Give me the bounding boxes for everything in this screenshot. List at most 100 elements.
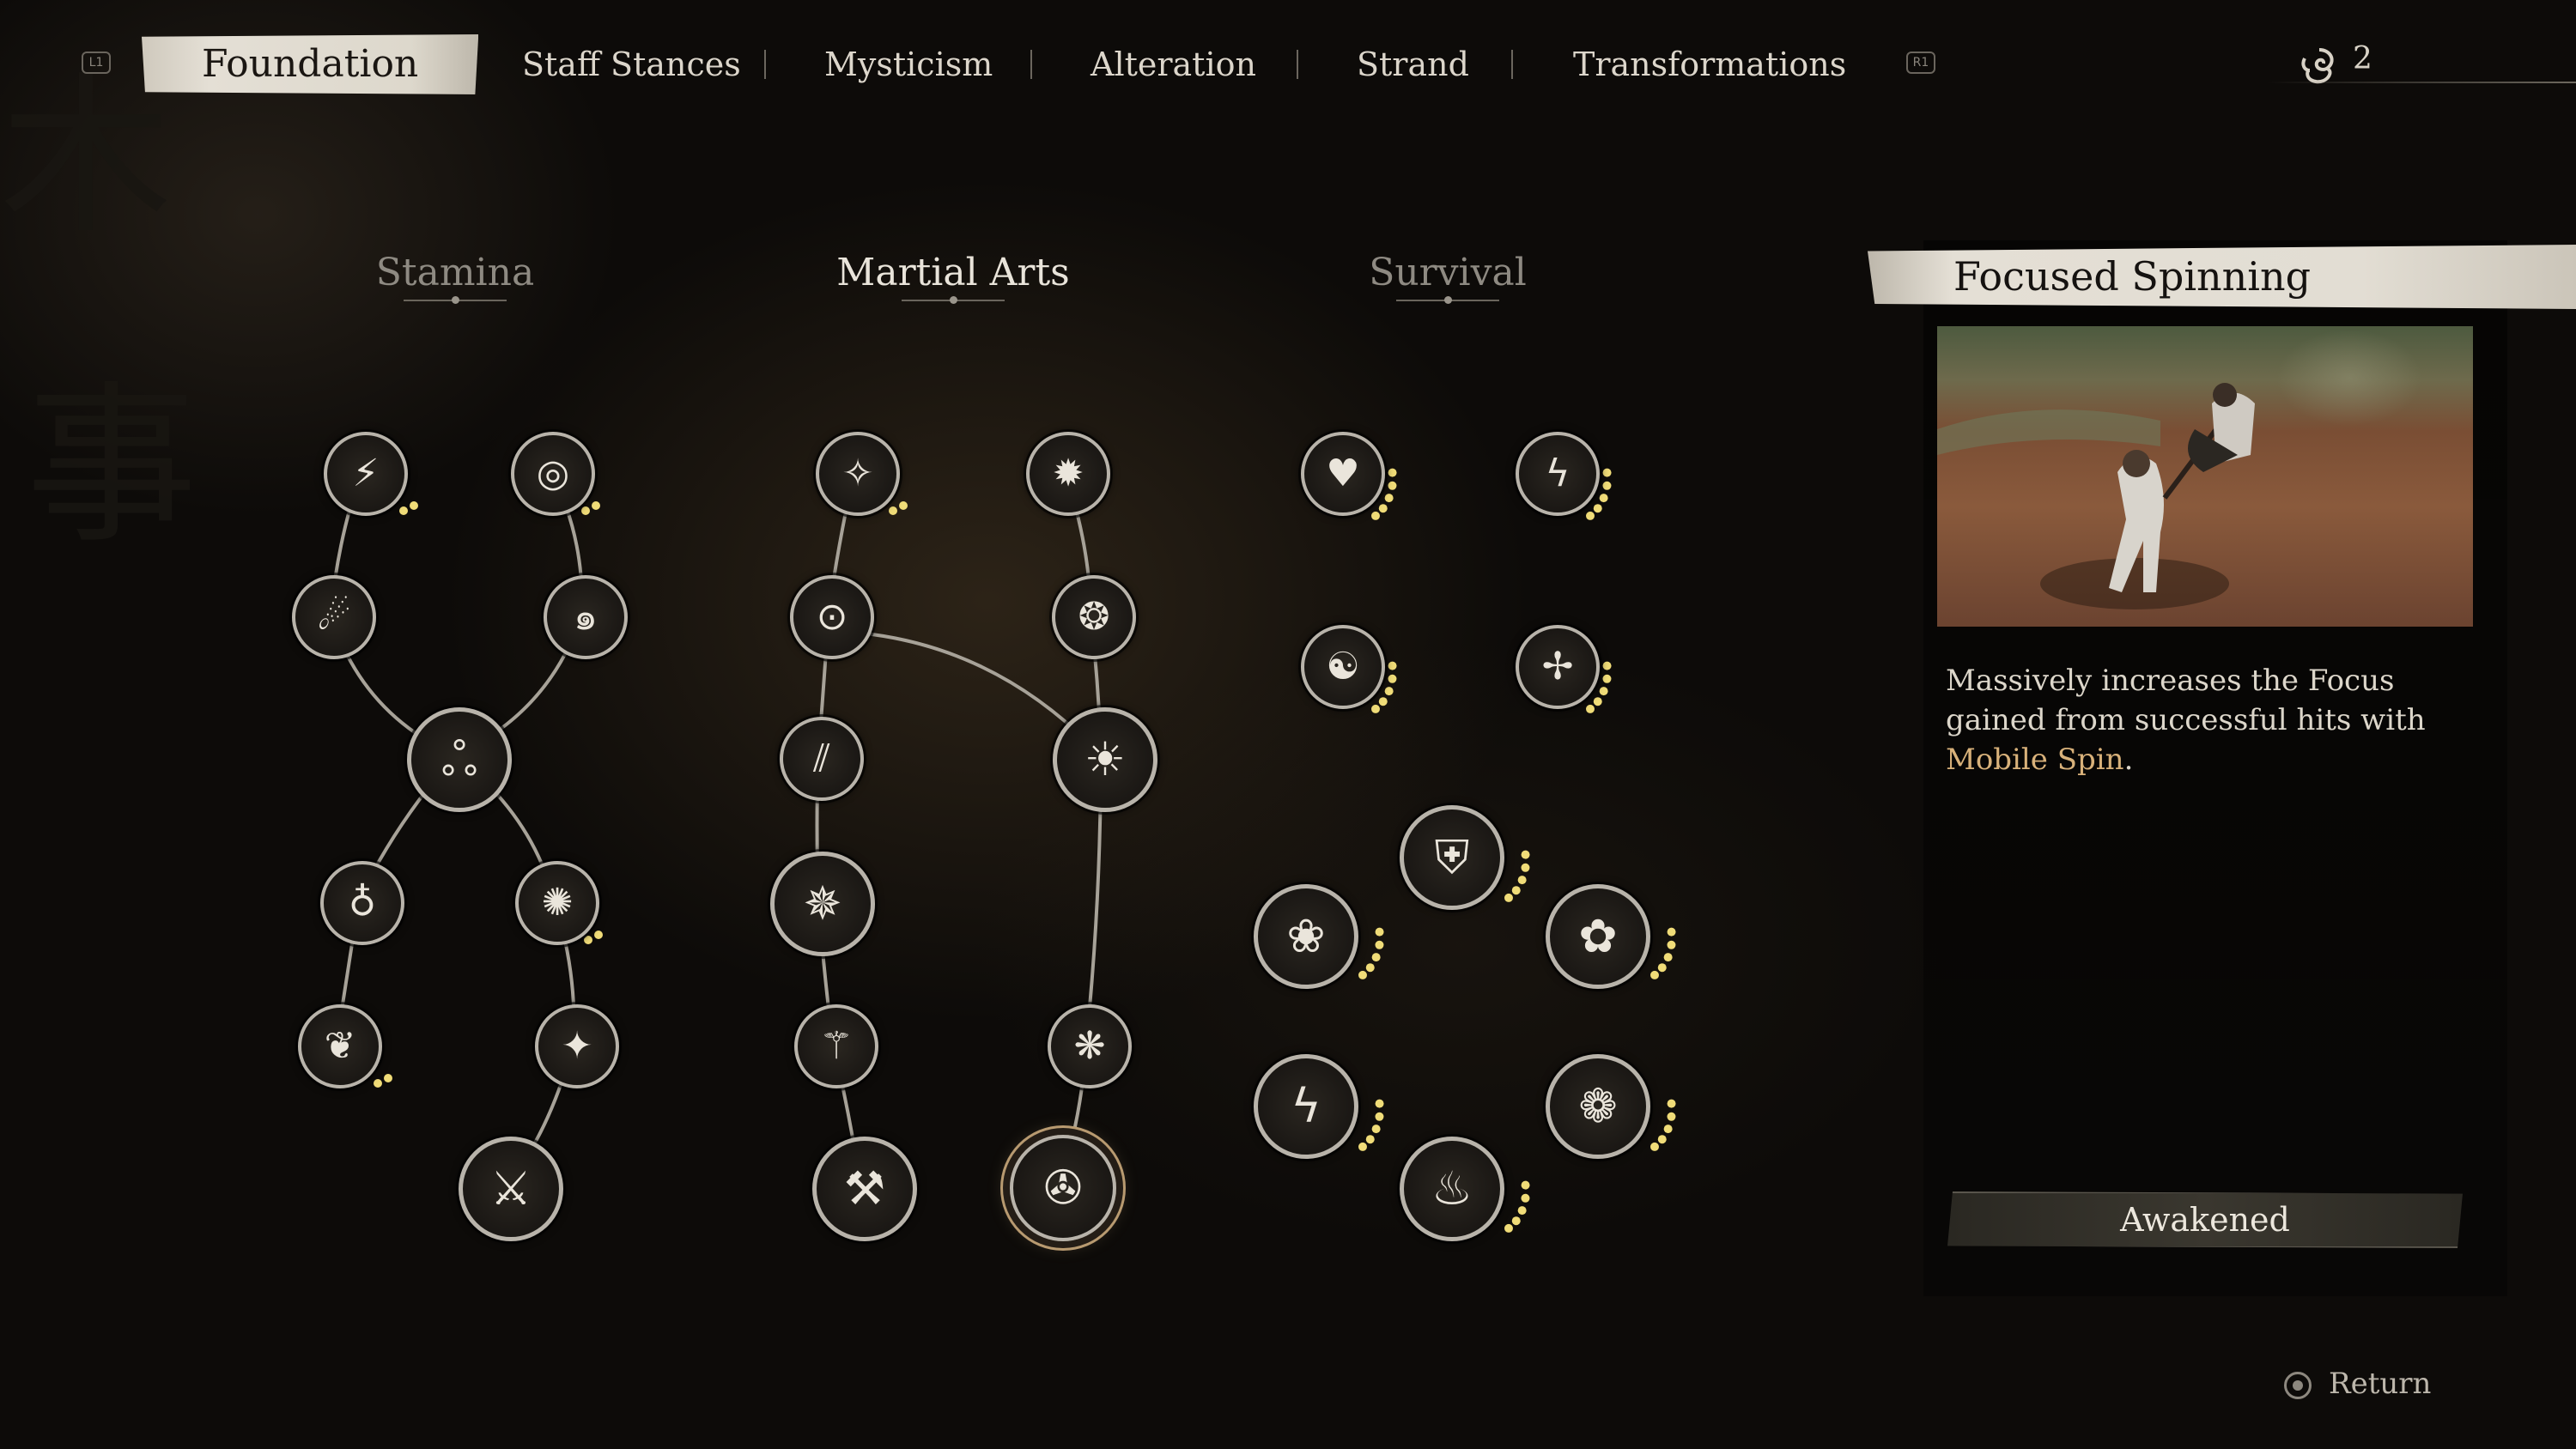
skill-level-pip	[1517, 1206, 1527, 1216]
skill-level-pip	[1378, 697, 1388, 706]
skill-level-pip	[1371, 1125, 1381, 1134]
skill-level-pip	[384, 1074, 392, 1082]
skill-level-pip	[1511, 1216, 1521, 1226]
survival-skill-node[interactable]: ⛨	[1400, 805, 1504, 910]
survival-skill-node[interactable]: ϟ	[1516, 432, 1600, 516]
martial-arts-skill-node[interactable]: ⊙	[790, 575, 874, 659]
survival-skill-node[interactable]: ❁	[1546, 1054, 1650, 1159]
martial-arts-skill-node[interactable]: ✧	[816, 432, 900, 516]
skill-level-pip	[1388, 481, 1397, 490]
survival-skill-node[interactable]: ❀	[1254, 884, 1358, 989]
skill-level-pip	[1667, 1099, 1676, 1108]
skill-level-pip	[1511, 886, 1521, 895]
skill-level-pip	[1375, 1112, 1384, 1121]
skill-level-pip	[592, 501, 600, 510]
skill-description-text: Massively increases the Focus gained fro…	[1946, 664, 2426, 737]
stamina-skill-node[interactable]: ◎	[511, 432, 595, 516]
survival-skill-node[interactable]: ✢	[1516, 625, 1600, 709]
skill-detail-title-banner: Focused Spinning	[1868, 245, 2576, 309]
skill-level-pip	[1370, 511, 1380, 520]
circle-button-icon	[2284, 1372, 2312, 1399]
skill-level-pip	[1593, 697, 1602, 706]
survival-skill-node[interactable]: ☯	[1301, 625, 1385, 709]
skill-level-pip	[1521, 1193, 1530, 1203]
skill-level-pip	[899, 501, 908, 510]
martial-arts-skill-node[interactable]: ⚚	[794, 1004, 878, 1088]
martial-arts-skill-node[interactable]: ⚒	[812, 1137, 917, 1241]
survival-skill-node[interactable]: ✿	[1546, 884, 1650, 989]
stamina-skill-node[interactable]: ♁	[320, 861, 404, 945]
stamina-skill-node[interactable]: ✦	[535, 1004, 619, 1088]
skill-level-pip	[1504, 893, 1513, 902]
skill-level-pip	[1657, 1135, 1667, 1144]
skill-level-pip	[594, 931, 603, 939]
stamina-skill-node[interactable]: ❦	[298, 1004, 382, 1088]
skill-level-pip	[1388, 674, 1397, 683]
skill-level-pip	[1602, 481, 1612, 490]
skill-level-pip	[410, 501, 418, 510]
skill-level-pip	[1585, 704, 1595, 713]
skill-level-pip	[1649, 1142, 1659, 1151]
stamina-skill-node[interactable]: ஃ	[407, 707, 512, 812]
skill-status-awakened: Awakened	[1947, 1191, 2463, 1248]
skill-preview-image	[1937, 326, 2473, 627]
stamina-skill-node[interactable]: ⚔	[459, 1137, 563, 1241]
skill-level-pip	[1521, 850, 1530, 859]
survival-skill-node[interactable]: ϟ	[1254, 1054, 1358, 1159]
skill-level-pip	[1585, 511, 1595, 520]
martial-arts-skill-node[interactable]: ✵	[770, 852, 875, 956]
martial-arts-skill-node[interactable]: ❋	[1048, 1004, 1132, 1088]
martial-arts-skill-node[interactable]: ⫽	[780, 717, 864, 801]
stamina-skill-node[interactable]: ✺	[515, 861, 599, 945]
skill-title: Focused Spinning	[1953, 253, 2312, 300]
skill-level-pip	[1599, 494, 1608, 503]
skill-level-pip	[399, 506, 408, 515]
skill-level-pip	[1663, 953, 1673, 962]
skill-level-pip	[1663, 1125, 1673, 1134]
skill-level-pip	[1378, 504, 1388, 513]
skill-level-pip	[374, 1079, 382, 1088]
skill-level-pip	[1649, 970, 1659, 979]
stamina-skill-node[interactable]: ๑	[544, 575, 628, 659]
skill-level-pip	[1517, 876, 1527, 885]
skill-level-pip	[1602, 468, 1612, 477]
martial-arts-skill-node[interactable]: ☀	[1053, 707, 1157, 812]
skill-description-end: .	[2123, 743, 2134, 777]
skill-level-pip	[1599, 687, 1608, 696]
skill-level-pip	[1358, 1142, 1367, 1151]
skill-level-pip	[1667, 940, 1676, 949]
skill-level-pip	[1602, 661, 1612, 670]
skill-level-pip	[1358, 970, 1367, 979]
skill-level-pip	[1375, 927, 1384, 937]
skill-level-pip	[584, 936, 592, 944]
skill-level-pip	[1521, 1180, 1530, 1190]
skill-level-pip	[1375, 940, 1384, 949]
skill-level-pip	[1667, 1112, 1676, 1121]
martial-arts-skill-node[interactable]: ✹	[1026, 432, 1110, 516]
skill-level-pip	[1521, 863, 1530, 872]
skill-level-pip	[1388, 661, 1397, 670]
skill-level-pip	[1667, 927, 1676, 937]
skill-level-pip	[1593, 504, 1602, 513]
skill-level-pip	[1371, 953, 1381, 962]
skill-level-pip	[1365, 1135, 1375, 1144]
survival-skill-node[interactable]: ♨	[1400, 1137, 1504, 1241]
martial-arts-skill-node-focused-spinning[interactable]: ✇	[1010, 1135, 1116, 1241]
skill-level-pip	[1388, 468, 1397, 477]
return-button[interactable]: Return	[2329, 1367, 2431, 1401]
skill-description: Massively increases the Focus gained fro…	[1946, 661, 2478, 779]
skill-level-pip	[1384, 687, 1394, 696]
skill-level-pip	[1384, 494, 1394, 503]
martial-arts-skill-node[interactable]: ❂	[1052, 575, 1136, 659]
skill-level-pip	[1602, 674, 1612, 683]
stamina-skill-node[interactable]: ⚡	[324, 432, 408, 516]
skill-level-pip	[1375, 1099, 1384, 1108]
skill-level-pip	[581, 506, 590, 515]
stamina-skill-node[interactable]: ☄	[292, 575, 376, 659]
skill-level-pip	[1504, 1223, 1513, 1233]
skill-level-pip	[1365, 963, 1375, 973]
survival-skill-node[interactable]: ♥	[1301, 432, 1385, 516]
skill-description-highlight: Mobile Spin	[1946, 743, 2124, 777]
skill-level-pip	[1370, 704, 1380, 713]
skill-level-pip	[1657, 963, 1667, 973]
